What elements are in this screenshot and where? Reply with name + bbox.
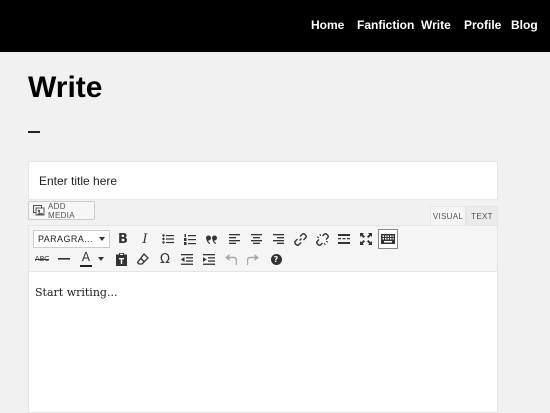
horizontal-line-icon xyxy=(58,258,70,260)
decrease-indent-button[interactable] xyxy=(177,249,197,269)
content-placeholder: Start writing... xyxy=(35,286,118,299)
keyboard-icon xyxy=(381,234,395,244)
format-select-value: PARAGRA... xyxy=(38,234,93,244)
read-more-icon xyxy=(338,234,350,244)
numbered-list-icon xyxy=(184,233,196,245)
toolbar-toggle-button[interactable] xyxy=(378,229,398,249)
blockquote-button[interactable] xyxy=(202,229,222,249)
italic-icon: I xyxy=(142,231,148,247)
redo-button[interactable] xyxy=(243,249,263,269)
tab-text[interactable]: TEXT xyxy=(466,206,498,226)
paste-as-text-button[interactable] xyxy=(111,249,131,269)
blockquote-icon xyxy=(206,235,218,244)
numbered-list-button[interactable] xyxy=(180,229,200,249)
chevron-down-icon xyxy=(99,237,105,241)
tab-visual[interactable]: VISUAL xyxy=(430,206,466,226)
read-more-button[interactable] xyxy=(334,229,354,249)
nav-blog-link[interactable]: Blog xyxy=(511,18,538,32)
align-right-button[interactable] xyxy=(268,229,288,249)
bold-icon: B xyxy=(118,231,128,247)
bulleted-list-button[interactable] xyxy=(158,229,178,249)
align-right-icon xyxy=(272,234,284,244)
fullscreen-button[interactable] xyxy=(356,229,376,249)
redo-icon xyxy=(247,253,259,265)
text-color-letter: A xyxy=(81,250,91,264)
top-nav-bar: Home Fanfiction Write Profile Blog xyxy=(0,0,550,52)
add-media-label: ADD MEDIA xyxy=(48,201,75,220)
text-color-icon: A xyxy=(80,251,92,267)
increase-indent-button[interactable] xyxy=(199,249,219,269)
strikethrough-icon: ABC xyxy=(34,255,50,263)
nav-home-link[interactable]: Home xyxy=(311,18,344,32)
text-color-button[interactable]: A xyxy=(76,249,108,269)
fullscreen-icon xyxy=(360,233,372,245)
eraser-icon xyxy=(137,253,149,265)
nav-write-link[interactable]: Write xyxy=(421,18,451,32)
post-editor: PARAGRA... B I ABC A Ω ? Start writing..… xyxy=(28,225,498,413)
clear-formatting-button[interactable] xyxy=(133,249,153,269)
nav-fanfiction-link[interactable]: Fanfiction xyxy=(357,18,414,32)
remove-link-button[interactable] xyxy=(312,229,332,249)
horizontal-line-button[interactable] xyxy=(54,249,74,269)
link-icon xyxy=(293,232,307,246)
undo-button[interactable] xyxy=(221,249,241,269)
align-left-icon xyxy=(228,234,240,244)
align-center-icon xyxy=(250,234,262,244)
title-divider xyxy=(28,131,40,133)
bulleted-list-icon xyxy=(162,234,174,244)
unlink-icon xyxy=(315,232,329,246)
omega-icon: Ω xyxy=(160,251,170,267)
media-icon xyxy=(33,204,45,217)
keyboard-shortcuts-button[interactable]: ? xyxy=(266,249,286,269)
italic-button[interactable]: I xyxy=(135,229,155,249)
align-center-button[interactable] xyxy=(246,229,266,249)
undo-icon xyxy=(225,253,237,265)
add-media-button[interactable]: ADD MEDIA xyxy=(28,201,95,220)
help-icon: ? xyxy=(270,253,282,265)
post-title-input[interactable] xyxy=(28,161,498,200)
help-mark: ? xyxy=(273,254,279,264)
page-title: Write xyxy=(28,71,103,104)
editor-content-area[interactable]: Start writing... xyxy=(29,273,497,413)
insert-link-button[interactable] xyxy=(290,229,310,249)
outdent-icon xyxy=(181,253,193,265)
nav-profile-link[interactable]: Profile xyxy=(464,18,501,32)
indent-icon xyxy=(203,253,215,265)
clipboard-icon xyxy=(115,252,127,266)
align-left-button[interactable] xyxy=(224,229,244,249)
strikethrough-button[interactable]: ABC xyxy=(32,249,52,269)
special-character-button[interactable]: Ω xyxy=(155,249,175,269)
bold-button[interactable]: B xyxy=(113,229,133,249)
editor-toolbar: PARAGRA... B I ABC A Ω ? xyxy=(29,226,497,272)
paragraph-format-select[interactable]: PARAGRA... xyxy=(33,230,110,248)
chevron-down-icon xyxy=(98,257,104,261)
